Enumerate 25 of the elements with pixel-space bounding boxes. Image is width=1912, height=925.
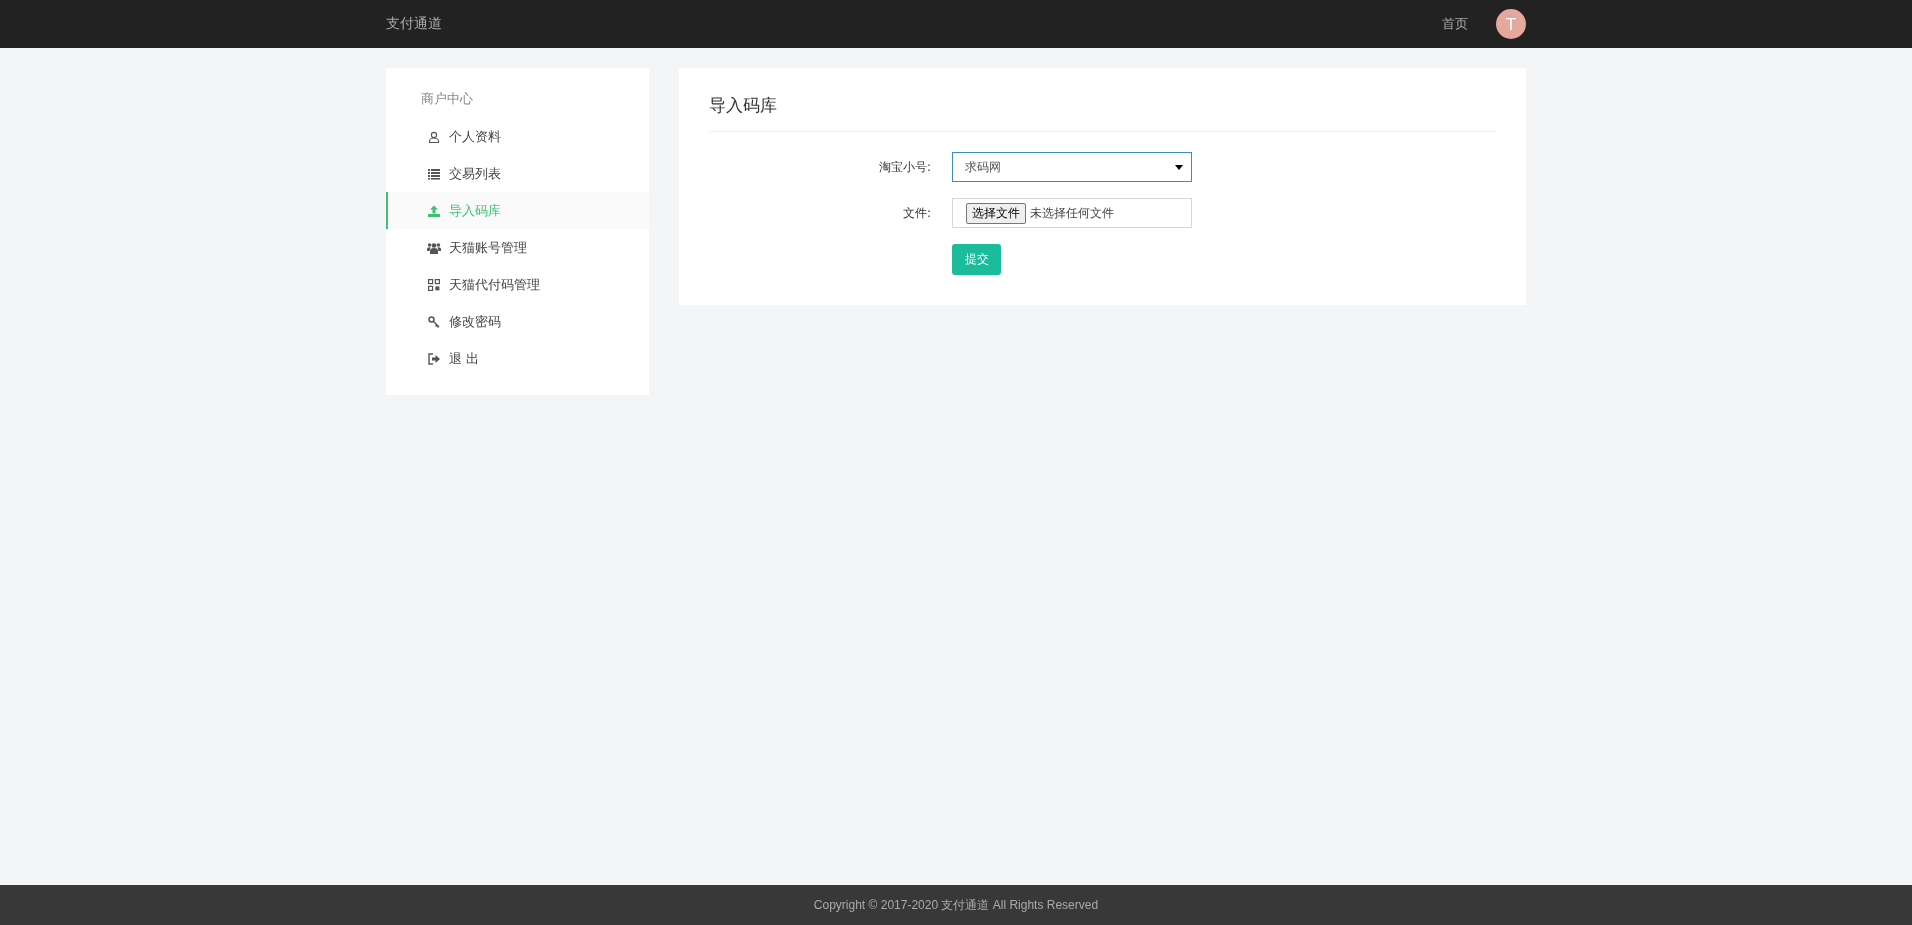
qr-code-icon (428, 278, 440, 291)
sidebar-item[interactable]: 交易列表 (386, 155, 649, 192)
nav-link[interactable]: 首页 (1442, 15, 1468, 33)
field-label: 文件: (901, 204, 932, 222)
key-icon (428, 315, 440, 328)
choose-file-button[interactable]: 选择文件 (966, 202, 1026, 224)
sidebar-heading: 商户中心 (420, 90, 474, 108)
list-icon (428, 167, 440, 180)
caret-icon (1175, 164, 1183, 170)
sidebar-item[interactable]: 修改密码 (386, 303, 649, 340)
panel-title: 导入码库 (709, 90, 1496, 132)
field-label: 淘宝小号: (877, 158, 932, 176)
user-icon (428, 130, 440, 143)
file-status: 未选择任何文件 (1030, 204, 1114, 222)
users-icon (427, 241, 441, 254)
brand-title[interactable]: 支付通道 (386, 15, 442, 33)
sidebar-item[interactable]: 天猫账号管理 (386, 229, 649, 266)
sidebar-item[interactable]: 退 出 (386, 340, 649, 377)
sign-out-icon (428, 352, 440, 365)
copyright-text: Copyright © 2017-2020 支付通道 All Rights Reserved (813, 896, 1099, 914)
sidebar-item[interactable]: 个人资料 (386, 118, 649, 155)
upload-icon (428, 204, 440, 217)
file-input[interactable]: 选择文件 未选择任何文件 (952, 198, 1192, 228)
account-select[interactable]: 求码网 (952, 152, 1192, 182)
sidebar-item[interactable]: 天猫代付码管理 (386, 266, 649, 303)
